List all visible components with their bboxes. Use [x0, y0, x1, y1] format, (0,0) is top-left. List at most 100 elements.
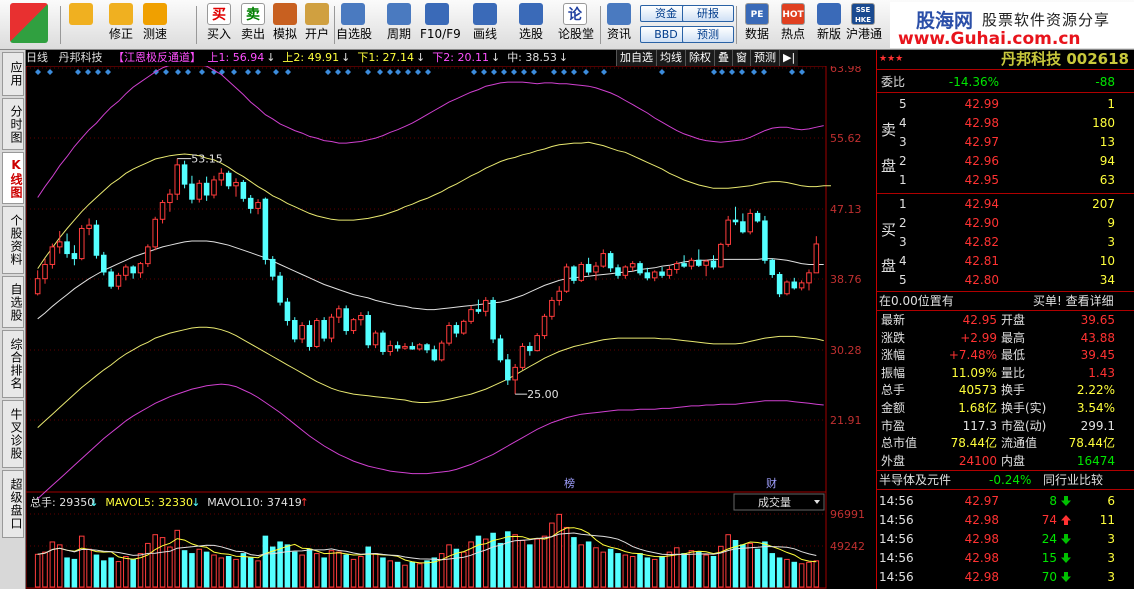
- event-marker-icon[interactable]: [471, 69, 477, 75]
- volume-bar[interactable]: [394, 561, 401, 588]
- volume-bar[interactable]: [56, 544, 63, 588]
- candle-body[interactable]: [791, 281, 798, 289]
- candle-body[interactable]: [123, 266, 129, 276]
- toolbar-button-周期[interactable]: 周期: [382, 3, 416, 47]
- volume-bar[interactable]: [336, 551, 342, 588]
- candle-body[interactable]: [159, 202, 166, 220]
- volume-bar[interactable]: [541, 535, 548, 588]
- toolbar-button-数据[interactable]: PE 数据: [740, 3, 774, 47]
- event-marker-icon[interactable]: [571, 69, 577, 75]
- volume-bar[interactable]: [681, 553, 687, 588]
- event-marker-icon[interactable]: [185, 69, 191, 75]
- candle-body[interactable]: [527, 345, 533, 352]
- toolbar-button-卖出[interactable]: 卖卖出: [236, 3, 270, 47]
- volume-bar[interactable]: [387, 560, 394, 588]
- candle-body[interactable]: [358, 314, 364, 321]
- candle-body[interactable]: [277, 275, 283, 303]
- volume-bar[interactable]: [306, 548, 313, 588]
- event-marker-icon[interactable]: [175, 69, 181, 75]
- candle-body[interactable]: [416, 344, 423, 350]
- event-marker-icon[interactable]: [105, 69, 111, 75]
- candle-body[interactable]: [269, 258, 276, 277]
- volume-bar[interactable]: [563, 526, 570, 588]
- volume-bar[interactable]: [813, 560, 820, 588]
- candle-body[interactable]: [181, 164, 188, 185]
- candle-body[interactable]: [732, 219, 739, 223]
- candle-body[interactable]: [703, 260, 709, 266]
- candle-body[interactable]: [798, 282, 805, 289]
- volume-bar[interactable]: [784, 558, 790, 588]
- candle-body[interactable]: [673, 263, 680, 270]
- volume-bar[interactable]: [71, 558, 78, 588]
- volume-bar[interactable]: [475, 535, 482, 588]
- event-marker-icon[interactable]: [551, 69, 557, 75]
- volume-bar[interactable]: [181, 550, 188, 588]
- finance-marker[interactable]: 财: [766, 476, 777, 490]
- volume-bar[interactable]: [211, 554, 217, 588]
- candle-body[interactable]: [174, 164, 181, 195]
- candle-body[interactable]: [718, 243, 724, 268]
- volume-bar[interactable]: [725, 534, 731, 588]
- volume-bar[interactable]: [343, 554, 349, 588]
- candle-body[interactable]: [593, 265, 599, 273]
- candle-body[interactable]: [490, 299, 496, 340]
- candle-body[interactable]: [93, 224, 100, 256]
- candle-body[interactable]: [56, 241, 63, 248]
- candle-body[interactable]: [505, 359, 511, 381]
- candle-body[interactable]: [380, 332, 386, 352]
- volume-bar[interactable]: [416, 563, 423, 588]
- quick-button-预测[interactable]: 预测: [682, 26, 734, 43]
- candle-body[interactable]: [762, 220, 768, 261]
- candle-body[interactable]: [299, 325, 305, 340]
- volume-bar[interactable]: [673, 547, 680, 588]
- volume-bar[interactable]: [578, 544, 585, 588]
- volume-bar[interactable]: [42, 551, 48, 588]
- volume-bar[interactable]: [600, 551, 607, 588]
- candle-body[interactable]: [152, 218, 158, 248]
- event-marker-icon[interactable]: [325, 69, 331, 75]
- candle-body[interactable]: [196, 182, 203, 200]
- volume-bar[interactable]: [688, 550, 695, 588]
- candle-body[interactable]: [78, 227, 85, 260]
- volume-bar[interactable]: [512, 534, 518, 588]
- volume-bar[interactable]: [534, 538, 540, 588]
- candle-body[interactable]: [372, 332, 379, 346]
- event-marker-icon[interactable]: [285, 69, 291, 75]
- volume-bar[interactable]: [651, 558, 658, 588]
- event-marker-icon[interactable]: [377, 69, 383, 75]
- candle-body[interactable]: [233, 181, 239, 187]
- event-marker-icon[interactable]: [365, 69, 371, 75]
- toolbar-button-自选股[interactable]: 自选股: [336, 3, 372, 47]
- volume-bar[interactable]: [108, 557, 114, 588]
- kline-chart[interactable]: 63.98 55.62 47.13 38.76 30.28 21.91 53.15 25.00…: [26, 66, 876, 589]
- volume-bar[interactable]: [233, 558, 239, 588]
- toolbar-button-新版[interactable]: 新版: [812, 3, 846, 47]
- volume-bar[interactable]: [380, 557, 386, 588]
- volume-bar[interactable]: [167, 546, 173, 588]
- volume-bar[interactable]: [762, 541, 768, 588]
- toolbar-button-模拟[interactable]: 模拟: [268, 3, 302, 47]
- candle-body[interactable]: [314, 320, 320, 347]
- candle-body[interactable]: [710, 260, 717, 268]
- volume-bar[interactable]: [629, 555, 636, 588]
- event-marker-icon[interactable]: [751, 69, 757, 75]
- candle-body[interactable]: [255, 202, 261, 209]
- candle-body[interactable]: [688, 259, 695, 267]
- volume-bar[interactable]: [482, 538, 489, 588]
- candle-body[interactable]: [130, 266, 136, 274]
- event-marker-icon[interactable]: [345, 69, 351, 75]
- volume-bar[interactable]: [196, 548, 203, 588]
- left-tab-个股资料[interactable]: 个股资料: [2, 206, 24, 274]
- chart-button[interactable]: 预测: [750, 50, 779, 66]
- candle-body[interactable]: [115, 274, 122, 287]
- event-marker-icon[interactable]: [481, 69, 487, 75]
- candle-body[interactable]: [438, 342, 445, 361]
- candle-body[interactable]: [468, 309, 474, 322]
- left-tab-自选股[interactable]: 自选股: [2, 276, 24, 328]
- volume-bar[interactable]: [291, 551, 298, 588]
- toolbar-button-画线[interactable]: 画线: [468, 3, 502, 47]
- toolbar-button-开户[interactable]: 开户: [300, 3, 334, 47]
- left-tab-超级盘口[interactable]: 超级盘口: [2, 470, 24, 538]
- event-marker-icon[interactable]: [75, 69, 81, 75]
- volume-bar[interactable]: [101, 560, 107, 588]
